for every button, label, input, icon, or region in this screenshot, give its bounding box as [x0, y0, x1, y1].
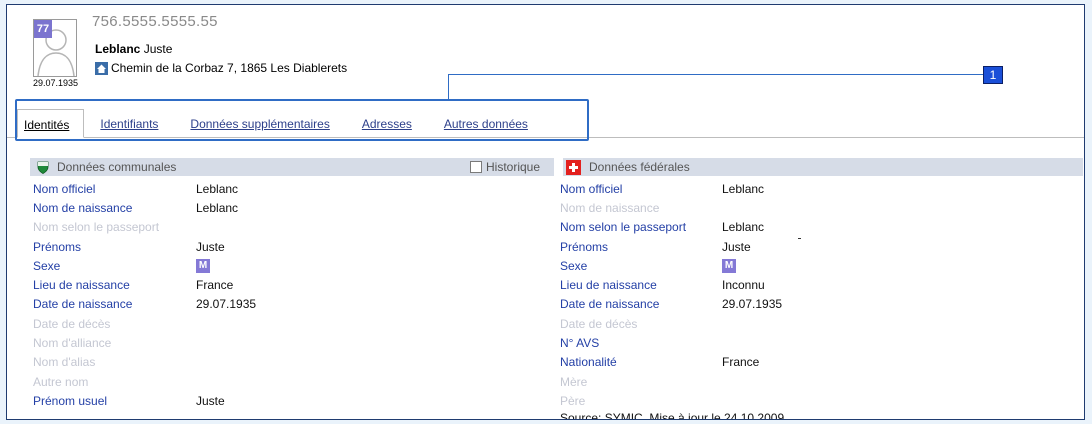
field-label: Lieu de naissance	[33, 278, 130, 293]
field-label: Date de naissance	[33, 297, 133, 312]
callout-line	[448, 74, 984, 75]
field-label: Nom d'alias	[33, 355, 96, 370]
callout-line-vertical	[448, 74, 449, 100]
field-row: Prénom usuel Juste	[33, 391, 256, 410]
field-label: Lieu de naissance	[560, 278, 657, 293]
person-record-window: 77 29.07.1935 756.5555.5555.55 Leblanc J…	[6, 4, 1085, 420]
field-row: Date de décès	[560, 314, 782, 333]
field-row: Lieu de naissance Inconnu	[560, 275, 782, 294]
field-label: Nom selon le passeport	[33, 220, 160, 235]
field-row: Nom selon le passeport Leblanc	[560, 218, 782, 237]
historique-checkbox[interactable]	[470, 161, 482, 173]
field-label: Sexe	[560, 258, 588, 273]
sex-badge: M	[196, 258, 210, 273]
field-row: Père	[560, 391, 782, 410]
field-value: France	[196, 278, 234, 293]
home-icon	[95, 61, 108, 75]
shield-icon	[37, 161, 49, 174]
field-label: Prénoms	[33, 239, 82, 254]
field-label: Nom de naissance	[33, 200, 133, 215]
field-label: Père	[560, 393, 586, 408]
field-label: Mère	[560, 374, 588, 389]
federal-data-list: Nom officiel Leblanc Nom de naissance Nom s…	[560, 179, 782, 411]
field-row: Nom de naissance	[560, 198, 782, 217]
field-row: N° AVS	[560, 333, 782, 352]
field-row: Nom officiel Leblanc	[560, 179, 782, 198]
address-text: Chemin de la Corbaz 7, 1865 Les Diablere…	[111, 61, 348, 75]
field-value: 29.07.1935	[196, 297, 257, 312]
federal-data-title: Données fédérales	[589, 160, 690, 174]
field-value: Juste	[196, 393, 225, 408]
field-row: Nom d'alliance	[33, 333, 256, 352]
field-label: Prénoms	[560, 239, 609, 254]
historique-label: Historique	[486, 160, 541, 174]
field-row: Prénoms Juste	[33, 237, 256, 256]
field-row: Nom de naissance Leblanc	[33, 198, 256, 217]
federal-source-note: Source: SYMIC. Mise à jour le 24.10.2009	[560, 411, 785, 420]
field-value: 29.07.1935	[722, 297, 783, 312]
field-row: Date de naissance 29.07.1935	[560, 295, 782, 314]
field-row: Mère	[560, 372, 782, 391]
field-value: Leblanc	[722, 181, 765, 196]
swiss-flag-icon	[566, 159, 581, 175]
field-label: Date de décès	[33, 316, 111, 331]
field-row: Nom officiel Leblanc	[33, 179, 256, 198]
field-row: Date de naissance 29.07.1935	[33, 295, 256, 314]
field-row: Nationalité France	[560, 353, 782, 372]
field-row: Lieu de naissance France	[33, 275, 256, 294]
field-value: Leblanc	[196, 181, 239, 196]
first-name: Juste	[143, 42, 173, 56]
sex-badge: M	[722, 258, 736, 273]
field-value: Inconnu	[722, 278, 765, 293]
field-row: Prénoms Juste	[560, 237, 782, 256]
field-label: Nationalité	[560, 355, 617, 370]
field-row: Sexe M	[33, 256, 256, 275]
avatar: 77	[33, 19, 77, 77]
field-label: Nom de naissance	[560, 200, 660, 215]
birth-date-caption: 29.07.1935	[33, 78, 79, 88]
field-label: Autre nom	[33, 374, 89, 389]
age-badge: 77	[34, 20, 52, 38]
historique-toggle[interactable]: Historique	[470, 160, 540, 174]
field-row: Autre nom	[33, 372, 256, 391]
field-value: Leblanc	[722, 220, 765, 235]
person-name: Leblanc Juste	[95, 42, 172, 56]
last-name: Leblanc	[95, 42, 141, 56]
callout-number-badge: 1	[983, 66, 1003, 84]
field-label: Nom selon le passeport	[560, 220, 687, 235]
tab-identites[interactable]: Identités	[17, 109, 85, 138]
field-row: Date de décès	[33, 314, 256, 333]
field-label: N° AVS	[560, 336, 600, 351]
field-label: Nom d'alliance	[33, 336, 112, 351]
field-value: Leblanc	[196, 200, 239, 215]
field-label: Date de naissance	[560, 297, 660, 312]
field-row: Nom selon le passeport	[33, 218, 256, 237]
communal-data-list: Nom officiel Leblanc Nom de naissance Lebla…	[33, 179, 256, 411]
communal-data-title: Données communales	[57, 160, 177, 174]
field-row: Nom d'alias	[33, 353, 256, 372]
field-value: Juste	[196, 239, 225, 254]
field-row: Sexe M	[560, 256, 782, 275]
avs-number: 756.5555.5555.55	[92, 13, 218, 30]
tab-highlight-box	[15, 99, 589, 141]
field-value: France	[722, 355, 760, 370]
federal-data-header: Données fédérales	[563, 158, 1083, 176]
field-label: Nom officiel	[560, 181, 623, 196]
field-value: Juste	[722, 239, 751, 254]
field-label: Nom officiel	[33, 181, 96, 196]
field-label: Sexe	[33, 258, 61, 273]
person-address: Chemin de la Corbaz 7, 1865 Les Diablere…	[95, 61, 347, 75]
field-label: Date de décès	[560, 316, 638, 331]
field-label: Prénom usuel	[33, 393, 108, 408]
stray-mark	[798, 238, 801, 239]
